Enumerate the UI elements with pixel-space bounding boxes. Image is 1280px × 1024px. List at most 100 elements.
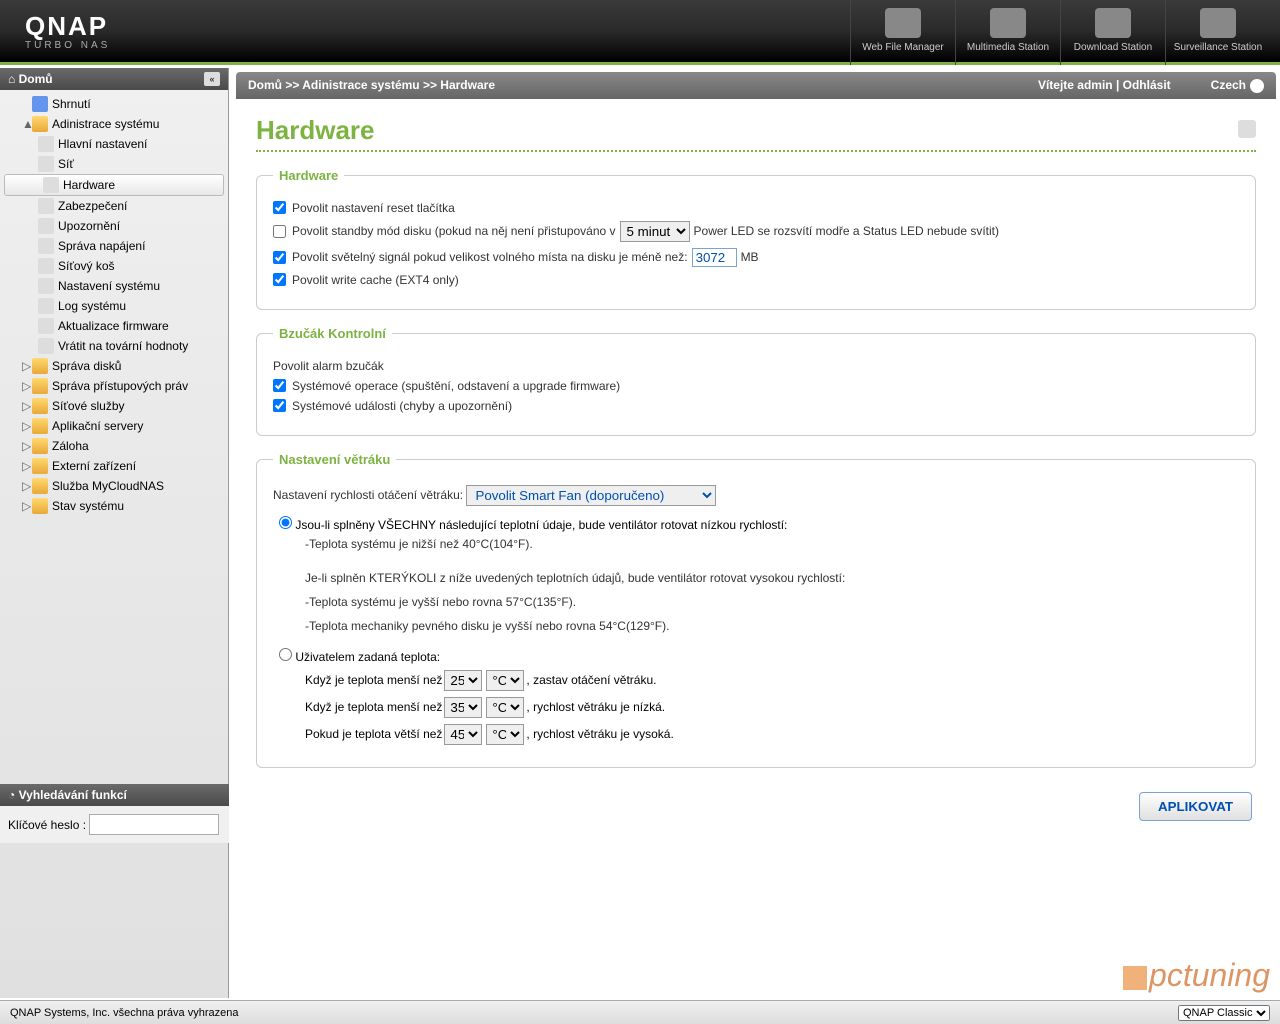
logo-subbrand: TURBO NAS — [25, 40, 110, 51]
temp2-value-select[interactable]: 35 — [444, 697, 482, 718]
tree-item-icon — [43, 177, 59, 193]
sidebar-item[interactable]: Zabezpečení — [0, 196, 228, 216]
tree-expander-icon[interactable]: ▷ — [22, 379, 32, 393]
temp3-unit-select[interactable]: °C — [486, 724, 524, 745]
tree-expander-icon[interactable]: ▲ — [22, 117, 32, 131]
tree-item-label: Správa disků — [52, 359, 121, 373]
tree-expander-icon[interactable]: ▷ — [22, 499, 32, 513]
sidebar-item[interactable]: Síť — [0, 154, 228, 174]
buzzer-legend: Bzučák Kontrolní — [273, 326, 392, 341]
search-input[interactable] — [89, 814, 219, 835]
temp1-unit-select[interactable]: °C — [486, 670, 524, 691]
app-label: Download Station — [1061, 42, 1165, 53]
sidebar-item[interactable]: Upozornění — [0, 216, 228, 236]
tree-item-label: Aplikační servery — [52, 419, 143, 433]
reset-button-checkbox[interactable] — [273, 201, 286, 214]
temp2-unit-select[interactable]: °C — [486, 697, 524, 718]
fan-auto-radio[interactable] — [279, 516, 292, 529]
header-app[interactable]: Web File Manager — [850, 0, 955, 65]
write-cache-label: Povolit write cache (EXT4 only) — [292, 273, 459, 287]
fan-speed-label: Nastavení rychlosti otáčení větráku: — [273, 488, 463, 502]
free-space-input[interactable] — [692, 248, 737, 267]
temp3-pre: Pokud je teplota větší než — [305, 727, 442, 741]
light-signal-label: Povolit světelný signál pokud velikost v… — [292, 250, 688, 264]
tree-item-icon — [38, 218, 54, 234]
temp3-value-select[interactable]: 45 — [444, 724, 482, 745]
sidebar-item[interactable]: ▲Adinistrace systému — [0, 114, 228, 134]
sidebar-item[interactable]: Log systému — [0, 296, 228, 316]
header-app[interactable]: Download Station — [1060, 0, 1165, 65]
language-selector[interactable]: Czech — [1211, 78, 1264, 93]
hardware-legend: Hardware — [273, 168, 344, 183]
tree-item-label: Upozornění — [58, 219, 120, 233]
sidebar-item[interactable]: Aktualizace firmware — [0, 316, 228, 336]
page-title: Hardware — [256, 115, 1256, 146]
sidebar-item[interactable]: ▷ Správa disků — [0, 356, 228, 376]
sidebar-item[interactable]: Hardware — [4, 174, 224, 196]
tree-item-icon — [38, 258, 54, 274]
app-icon — [990, 8, 1026, 38]
sidebar-item[interactable]: ▷Služba MyCloudNAS — [0, 476, 228, 496]
buzzer-ops-checkbox[interactable] — [273, 379, 286, 392]
app-label: Surveillance Station — [1166, 42, 1270, 53]
fan-auto-line1: -Teplota systému je nižší než 40°C(104°F… — [305, 532, 1239, 556]
tree-item-label: Záloha — [52, 439, 89, 453]
breadcrumb[interactable]: Domů >> Adinistrace systému >> Hardware — [248, 78, 495, 93]
collapse-sidebar-button[interactable]: « — [204, 72, 220, 86]
tree-item-icon — [38, 338, 54, 354]
tree-item-icon — [38, 238, 54, 254]
sidebar-item[interactable]: Nastavení systému — [0, 276, 228, 296]
tree-item-icon — [32, 458, 48, 474]
tree-expander-icon[interactable]: ▷ — [22, 479, 32, 493]
buzzer-enable-label: Povolit alarm bzučák — [273, 359, 384, 373]
tree-item-label: Síťové služby — [52, 399, 125, 413]
apply-button[interactable]: APLIKOVAT — [1139, 792, 1252, 821]
app-label: Web File Manager — [851, 42, 955, 53]
welcome-text[interactable]: Vítejte admin | Odhlásit — [1038, 78, 1171, 93]
sidebar: ⌂ Domů « Shrnutí▲Adinistrace systémuHlav… — [0, 68, 229, 998]
tree-item-label: Nastavení systému — [58, 279, 160, 293]
sidebar-title-text: Domů — [19, 72, 53, 86]
sidebar-item[interactable]: ▷ Síťové služby — [0, 396, 228, 416]
tree-expander-icon[interactable]: ▷ — [22, 439, 32, 453]
tree-item-label: Externí zařízení — [52, 459, 136, 473]
tree-item-icon — [38, 298, 54, 314]
write-cache-checkbox[interactable] — [273, 273, 286, 286]
search-body: Klíčové heslo : — [0, 806, 229, 843]
light-signal-checkbox[interactable] — [273, 251, 286, 264]
standby-checkbox[interactable] — [273, 225, 286, 238]
standby-time-select[interactable]: 5 minut — [620, 221, 690, 242]
tree-expander-icon[interactable]: ▷ — [22, 359, 32, 373]
sidebar-item[interactable]: Hlavní nastavení — [0, 134, 228, 154]
sidebar-item[interactable]: Vrátit na tovární hodnoty — [0, 336, 228, 356]
reset-button-label: Povolit nastavení reset tlačítka — [292, 201, 455, 215]
sidebar-item[interactable]: ▷ Správa přístupových práv — [0, 376, 228, 396]
hardware-fieldset: Hardware Povolit nastavení reset tlačítk… — [256, 168, 1256, 310]
header-app[interactable]: Multimedia Station — [955, 0, 1060, 65]
tree-expander-icon[interactable]: ▷ — [22, 419, 32, 433]
temp1-value-select[interactable]: 25 — [444, 670, 482, 691]
sidebar-item[interactable]: ▷Stav systému — [0, 496, 228, 516]
buzzer-events-checkbox[interactable] — [273, 399, 286, 412]
tree-item-icon — [38, 156, 54, 172]
help-icon[interactable] — [1238, 120, 1256, 138]
sidebar-item[interactable]: ▷ Externí zařízení — [0, 456, 228, 476]
app-icon — [1200, 8, 1236, 38]
sidebar-item[interactable]: ▷ Aplikační servery — [0, 416, 228, 436]
sidebar-item[interactable]: Správa napájení — [0, 236, 228, 256]
tree-expander-icon[interactable]: ▷ — [22, 459, 32, 473]
tree-item-label: Správa přístupových práv — [52, 379, 188, 393]
header-app[interactable]: Surveillance Station — [1165, 0, 1270, 65]
temp1-pre: Když je teplota menší než — [305, 673, 442, 687]
tree-expander-icon[interactable]: ▷ — [22, 399, 32, 413]
tree-item-icon — [32, 116, 48, 132]
theme-select[interactable]: QNAP Classic — [1178, 1005, 1270, 1021]
fan-speed-select[interactable]: Povolit Smart Fan (doporučeno) — [466, 485, 716, 506]
fan-user-radio[interactable] — [279, 648, 292, 661]
search-title: ◔ Vyhledávání funkcí — [0, 784, 229, 806]
sidebar-item[interactable]: Síťový koš — [0, 256, 228, 276]
sidebar-item[interactable]: ▷ Záloha — [0, 436, 228, 456]
sidebar-item[interactable]: Shrnutí — [0, 94, 228, 114]
tree-item-label: Log systému — [58, 299, 126, 313]
tree-item-icon — [38, 318, 54, 334]
